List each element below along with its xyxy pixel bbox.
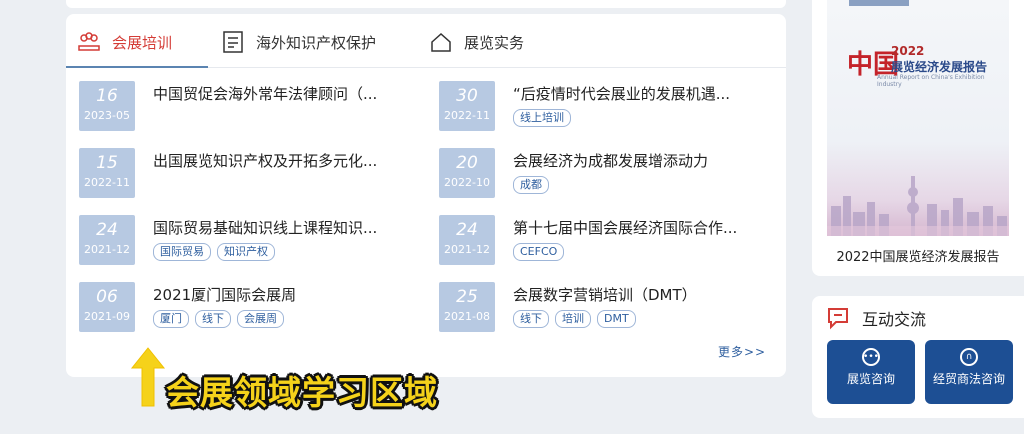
date-badge: 15 2022-11 — [79, 148, 135, 198]
report-cover[interactable]: 中国 2022 展览经济发展报告 Annual Report on China'… — [827, 0, 1009, 236]
tag-list: 厦门 线下 会展周 — [153, 310, 284, 328]
tag-list: CEFCO — [513, 243, 565, 261]
list-item[interactable]: 30 2022-11 “后疫情时代会展业的发展机遇... 线上培训 — [439, 81, 769, 133]
date-badge: 24 2021-12 — [439, 215, 495, 265]
tag-list: 线上培训 — [513, 109, 571, 127]
home-icon — [430, 31, 452, 53]
tag[interactable]: 培训 — [555, 310, 591, 328]
people-icon — [78, 31, 100, 53]
report-caption[interactable]: 2022中国展览经济发展报告 — [812, 246, 1024, 265]
tag[interactable]: 会展周 — [237, 310, 284, 328]
report-year: 2022 — [891, 44, 925, 58]
top-panel-edge — [66, 0, 786, 8]
tag-list: 国际贸易 知识产权 — [153, 243, 275, 261]
tab-overseas-ip[interactable]: 海外知识产权保护 — [222, 26, 376, 58]
item-title[interactable]: 2021厦门国际会展周 — [153, 284, 296, 305]
list-item[interactable]: 24 2021-12 第十七届中国会展经济国际合作... CEFCO — [439, 215, 769, 267]
overlay-caption: 会展领域学习区域 — [166, 373, 438, 412]
date-badge: 16 2023-05 — [79, 81, 135, 131]
date-badge: 20 2022-10 — [439, 148, 495, 198]
list-item[interactable]: 15 2022-11 出国展览知识产权及开拓多元化... — [79, 148, 409, 200]
chat-icon: ••• — [862, 348, 880, 366]
date-badge: 24 2021-12 — [79, 215, 135, 265]
training-panel: 会展培训 海外知识产权保护 展览实务 16 2023-05 中国贸促会海外常年法律… — [66, 14, 786, 377]
item-title[interactable]: 会展数字营销培训（DMT） — [513, 284, 697, 305]
button-label: 经贸商法咨询 — [932, 372, 1005, 386]
tag[interactable]: 成都 — [513, 176, 549, 194]
item-title[interactable]: 国际贸易基础知识线上课程知识... — [153, 217, 377, 238]
more-link[interactable]: 更多>> — [718, 343, 766, 360]
list-item[interactable]: 06 2021-09 2021厦门国际会展周 厦门 线下 会展周 — [79, 282, 409, 334]
list-item[interactable]: 25 2021-08 会展数字营销培训（DMT） 线下 培训 DMT — [439, 282, 769, 334]
date-badge: 30 2022-11 — [439, 81, 495, 131]
cover-top-bar — [849, 0, 909, 6]
interaction-card: 互动交流 ••• 展览咨询 ∩ 经贸商法咨询 — [812, 296, 1024, 418]
tab-exhibition-training[interactable]: 会展培训 — [78, 26, 172, 58]
tag[interactable]: 知识产权 — [217, 243, 275, 261]
report-en-subtitle: Annual Report on China's Exhibition Indu… — [877, 74, 985, 88]
tab-label: 会展培训 — [112, 33, 173, 52]
tag[interactable]: 线上培训 — [513, 109, 571, 127]
up-arrow-icon — [130, 347, 166, 407]
tag-list: 线下 培训 DMT — [513, 310, 636, 328]
list-item[interactable]: 24 2021-12 国际贸易基础知识线上课程知识... 国际贸易 知识产权 — [79, 215, 409, 267]
exhibition-consult-button[interactable]: ••• 展览咨询 — [827, 340, 915, 404]
item-title[interactable]: 出国展览知识产权及开拓多元化... — [153, 150, 377, 171]
item-title[interactable]: “后疫情时代会展业的发展机遇... — [513, 83, 730, 104]
tag[interactable]: CEFCO — [513, 243, 565, 261]
item-title[interactable]: 会展经济为成都发展增添动力 — [513, 150, 708, 171]
tag[interactable]: 线下 — [513, 310, 549, 328]
item-title[interactable]: 第十七届中国会展经济国际合作... — [513, 217, 737, 238]
interaction-title: 互动交流 — [862, 310, 927, 329]
tab-label: 展览实务 — [464, 33, 525, 52]
button-label: 展览咨询 — [846, 372, 895, 386]
list-item[interactable]: 16 2023-05 中国贸促会海外常年法律顾问（... — [79, 81, 409, 133]
headset-icon: ∩ — [960, 348, 978, 366]
tag[interactable]: 厦门 — [153, 310, 189, 328]
tab-bar: 会展培训 海外知识产权保护 展览实务 — [66, 14, 786, 68]
tag-list: 成都 — [513, 176, 549, 194]
tab-label: 海外知识产权保护 — [256, 33, 377, 52]
list-item[interactable]: 20 2022-10 会展经济为成都发展增添动力 成都 — [439, 148, 769, 200]
tag[interactable]: 国际贸易 — [153, 243, 211, 261]
interaction-header: 互动交流 — [826, 306, 926, 330]
item-title[interactable]: 中国贸促会海外常年法律顾问（... — [153, 83, 377, 104]
tab-exhibition-practice[interactable]: 展览实务 — [430, 26, 524, 58]
trade-law-consult-button[interactable]: ∩ 经贸商法咨询 — [925, 340, 1013, 404]
date-badge: 25 2021-08 — [439, 282, 495, 332]
tag[interactable]: DMT — [597, 310, 636, 328]
city-skyline-icon — [827, 176, 1009, 236]
report-card[interactable]: 中国 2022 展览经济发展报告 Annual Report on China'… — [812, 0, 1024, 276]
document-icon — [222, 31, 244, 53]
date-badge: 06 2021-09 — [79, 282, 135, 332]
chat-bubble-icon — [828, 308, 848, 330]
report-title: 展览经济发展报告 — [891, 60, 988, 74]
active-tab-indicator — [66, 66, 208, 68]
tag[interactable]: 线下 — [195, 310, 231, 328]
